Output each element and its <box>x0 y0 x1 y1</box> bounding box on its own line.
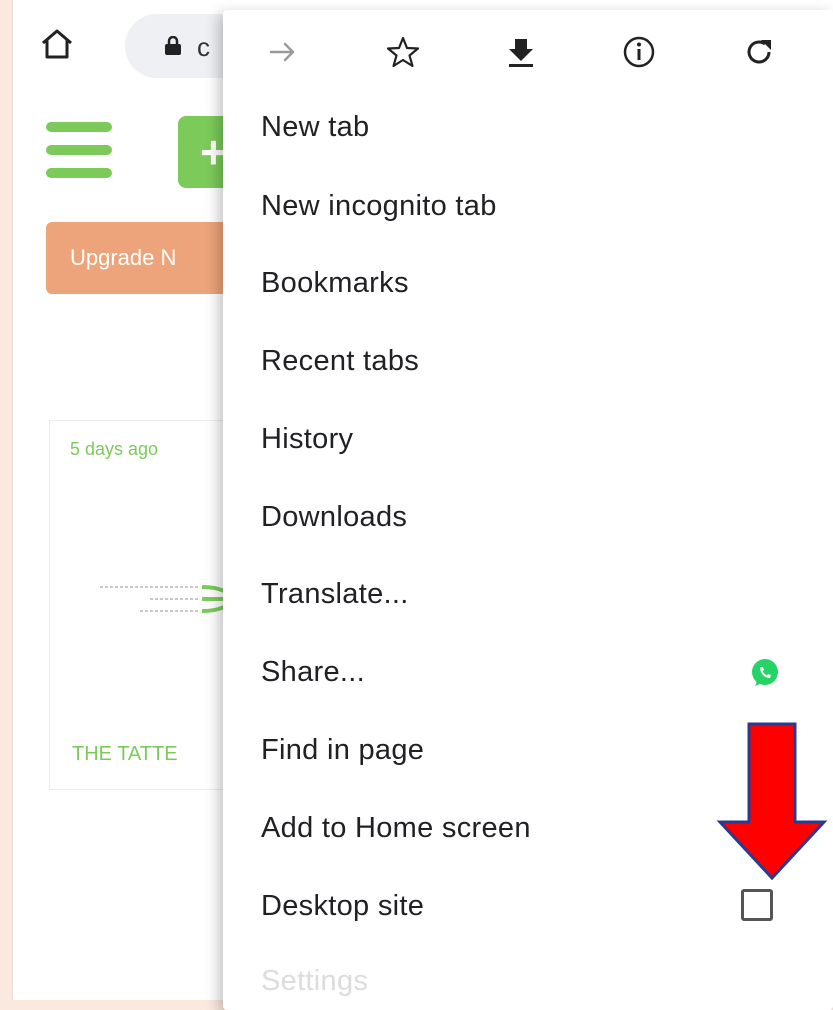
forward-icon[interactable] <box>265 34 301 70</box>
info-icon[interactable] <box>621 34 657 70</box>
hamburger-menu-icon[interactable] <box>46 120 112 180</box>
menu-item-recent-tabs[interactable]: Recent tabs <box>261 345 419 378</box>
red-down-arrow-annotation <box>716 722 828 881</box>
address-text: c <box>197 32 210 62</box>
menu-item-share[interactable]: Share... <box>261 656 365 689</box>
star-icon[interactable] <box>385 34 421 70</box>
menu-item-find-in-page[interactable]: Find in page <box>261 734 424 767</box>
lock-icon <box>165 36 181 55</box>
download-icon[interactable] <box>503 34 539 70</box>
menu-item-history[interactable]: History <box>261 423 353 456</box>
menu-toolbar <box>223 10 833 90</box>
refresh-icon[interactable] <box>741 34 777 70</box>
card-date: 5 days ago <box>70 439 159 459</box>
whatsapp-icon[interactable] <box>749 657 781 689</box>
menu-item-desktop-site[interactable]: Desktop site <box>261 890 424 923</box>
home-icon[interactable] <box>39 26 75 62</box>
menu-item-new-tab[interactable]: New tab <box>261 111 370 144</box>
menu-item-new-incognito-tab[interactable]: New incognito tab <box>261 190 497 223</box>
menu-item-add-to-home-screen[interactable]: Add to Home screen <box>261 812 531 845</box>
menu-item-translate[interactable]: Translate... <box>261 578 409 611</box>
card-title: THE TATTE <box>72 743 178 765</box>
menu-item-bookmarks[interactable]: Bookmarks <box>261 267 409 300</box>
desktop-site-checkbox[interactable] <box>741 889 773 921</box>
menu-item-downloads[interactable]: Downloads <box>261 501 407 534</box>
menu-item-settings[interactable]: Settings <box>261 965 368 998</box>
